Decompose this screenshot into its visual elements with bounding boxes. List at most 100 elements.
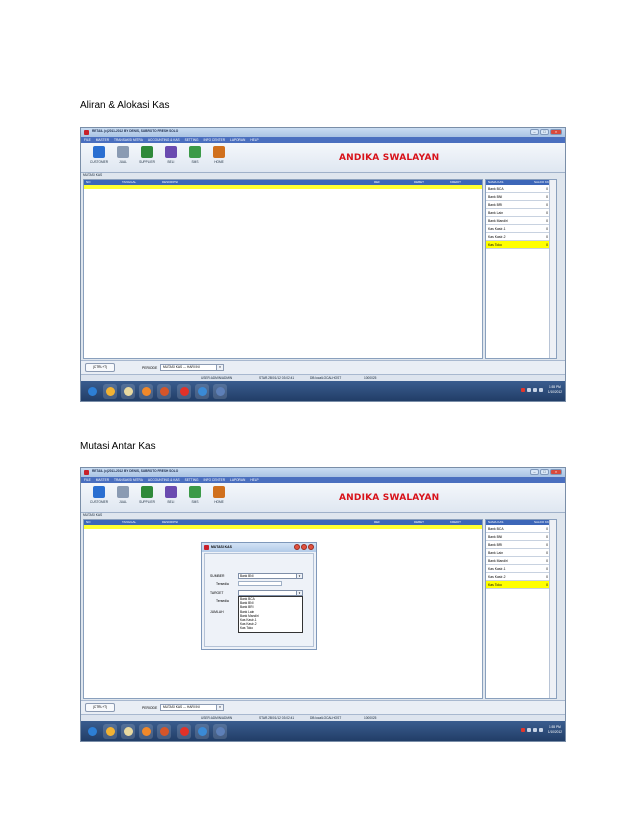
supplier-icon (141, 146, 153, 158)
kas-row[interactable]: Kas Kasir-1 0 (486, 565, 550, 573)
kas-list-scrollbar[interactable] (549, 180, 556, 358)
app-icon (215, 727, 225, 736)
taskbar-app-button[interactable] (139, 384, 153, 399)
grid-selected-row[interactable] (84, 185, 482, 189)
toolbar-supplier-button[interactable]: SUPPLIER (135, 486, 159, 510)
tray-icon[interactable] (527, 388, 531, 392)
maximize-button[interactable]: □ (540, 129, 549, 135)
section-label: MUTASI KAS (83, 173, 103, 177)
tray-icon[interactable] (539, 388, 543, 392)
toolbar-customer-button[interactable]: CUSTOMER (87, 146, 111, 170)
kas-row[interactable]: Kas Toko 0 (486, 241, 550, 249)
sumber-select[interactable]: Bank BNI ▾ (238, 573, 303, 579)
kas-row[interactable]: Bank BNI 0 (486, 533, 550, 541)
taskbar-app-button[interactable] (213, 384, 227, 399)
kas-row[interactable]: Bank Mandiri 0 (486, 557, 550, 565)
caption-aliran-alokasi-kas: Aliran & Alokasi Kas (80, 100, 170, 111)
chevron-down-icon: ▾ (296, 591, 302, 595)
taskbar-app-button[interactable] (213, 724, 227, 739)
taskbar-app-button[interactable] (195, 724, 209, 739)
home-icon (213, 146, 225, 158)
toolbar-beli-button[interactable]: BELI (159, 486, 183, 510)
tray-icon[interactable] (527, 728, 531, 732)
toolbar-sms-button[interactable]: SMS (183, 486, 207, 510)
kas-name: Kas Toko (488, 583, 502, 587)
kas-row[interactable]: Bank BRI 0 (486, 201, 550, 209)
toolbar-label: BELI (167, 500, 175, 504)
start-button[interactable] (85, 724, 99, 739)
customer-icon (93, 486, 105, 498)
toolbar-home-button[interactable]: HOME (207, 486, 231, 510)
app-icon (197, 387, 207, 396)
maximize-button[interactable]: □ (540, 469, 549, 475)
kas-name: Bank Mandiri (488, 559, 508, 563)
sumber-tersedia-field[interactable] (238, 581, 282, 586)
kas-list[interactable]: NAMA KAS SALDO KK Bank BCA 0 Bank BNI 0 Bank … (485, 179, 557, 359)
taskbar-app-button[interactable] (103, 724, 117, 739)
target-option[interactable]: Kas Toko (239, 626, 302, 630)
kas-row[interactable]: Kas Kasir-2 0 (486, 233, 550, 241)
kas-row[interactable]: Kas Kasir-2 0 (486, 573, 550, 581)
jual-icon (117, 146, 129, 158)
caption-mutasi-antar-kas: Mutasi Antar Kas (80, 441, 156, 452)
tray-icon[interactable] (521, 728, 525, 732)
taskbar-app-button[interactable] (103, 384, 117, 399)
kas-row[interactable]: Kas Toko 0 (486, 581, 550, 589)
mutasi-grid[interactable]: NO TANGGAL DESKRIPSI REF DEBET KREDIT (83, 179, 483, 359)
chevron-down-icon: ▾ (216, 365, 223, 370)
taskbar-app-button[interactable] (177, 724, 191, 739)
taskbar-app-button[interactable] (139, 724, 153, 739)
target-dropdown-list[interactable]: Bank BCA Bank BNI Bank BRI Bank Lain Bank Ma… (238, 596, 303, 633)
kas-row[interactable]: Bank Lain 0 (486, 209, 550, 217)
minimize-button[interactable]: – (530, 469, 539, 475)
taskbar-app-button[interactable] (157, 724, 171, 739)
dialog-maximize-button[interactable] (301, 544, 307, 550)
kas-row[interactable]: Bank Lain 0 (486, 549, 550, 557)
status-field: USER:ADMIN/ADMIN (201, 716, 233, 720)
bottom-bar: (CTRL+T) PERIODE MUTASI KAS --- HARI INI… (81, 360, 565, 375)
toolbar-home-button[interactable]: HOME (207, 146, 231, 170)
window-controls: – □ × (530, 469, 562, 476)
kas-row[interactable]: Bank BNI 0 (486, 193, 550, 201)
windows-logo-icon (87, 727, 97, 736)
tray-icon[interactable] (521, 388, 525, 392)
taskbar-app-button[interactable] (195, 384, 209, 399)
minimize-button[interactable]: – (530, 129, 539, 135)
dialog-close-button[interactable] (308, 544, 314, 550)
dialog-minimize-button[interactable] (294, 544, 300, 550)
toolbar-supplier-button[interactable]: SUPPLIER (135, 146, 159, 170)
ctrl-t-button[interactable]: (CTRL+T) (85, 703, 115, 712)
tray-icon[interactable] (539, 728, 543, 732)
kas-row[interactable]: Kas Kasir-1 0 (486, 225, 550, 233)
toolbar-jual-button[interactable]: JUAL (111, 146, 135, 170)
kas-row[interactable]: Bank BRI 0 (486, 541, 550, 549)
close-button[interactable]: × (550, 129, 562, 135)
period-select[interactable]: MUTASI KAS --- HARI INI ▾ (160, 364, 224, 371)
kas-row[interactable]: Bank BCA 0 (486, 185, 550, 193)
kas-name: Kas Kasir-2 (488, 575, 506, 579)
taskbar-clock[interactable]: 1:55 PM 1/10/2012 (548, 725, 562, 735)
kas-list[interactable]: NAMA KAS SALDO KK Bank BCA 0 Bank BNI 0 Bank … (485, 519, 557, 699)
kas-list-scrollbar[interactable] (549, 520, 556, 698)
taskbar-app-button[interactable] (121, 384, 135, 399)
ctrl-t-button[interactable]: (CTRL+T) (85, 363, 115, 372)
taskbar-app-button[interactable] (177, 384, 191, 399)
toolbar-jual-button[interactable]: JUAL (111, 486, 135, 510)
toolbar-sms-button[interactable]: SMS (183, 146, 207, 170)
app-icon (123, 387, 133, 396)
close-button[interactable]: × (550, 469, 562, 475)
toolbar: CUSTOMER JUAL SUPPLIER BELI SMS HOME ANDIKA S… (81, 483, 565, 513)
kas-row[interactable]: Bank Mandiri 0 (486, 217, 550, 225)
grid-selected-row[interactable] (84, 525, 482, 529)
toolbar-customer-button[interactable]: CUSTOMER (87, 486, 111, 510)
taskbar-app-button[interactable] (121, 724, 135, 739)
tray-icon[interactable] (533, 728, 537, 732)
period-select[interactable]: MUTASI KAS --- HARI INI ▾ (160, 704, 224, 711)
tray-icon[interactable] (533, 388, 537, 392)
toolbar-beli-button[interactable]: BELI (159, 146, 183, 170)
taskbar-clock[interactable]: 1:55 PM 1/10/2012 (548, 385, 562, 395)
start-button[interactable] (85, 384, 99, 399)
taskbar-app-button[interactable] (157, 384, 171, 399)
target-tersedia-label: Tersedia (216, 599, 229, 603)
kas-row[interactable]: Bank BCA 0 (486, 525, 550, 533)
